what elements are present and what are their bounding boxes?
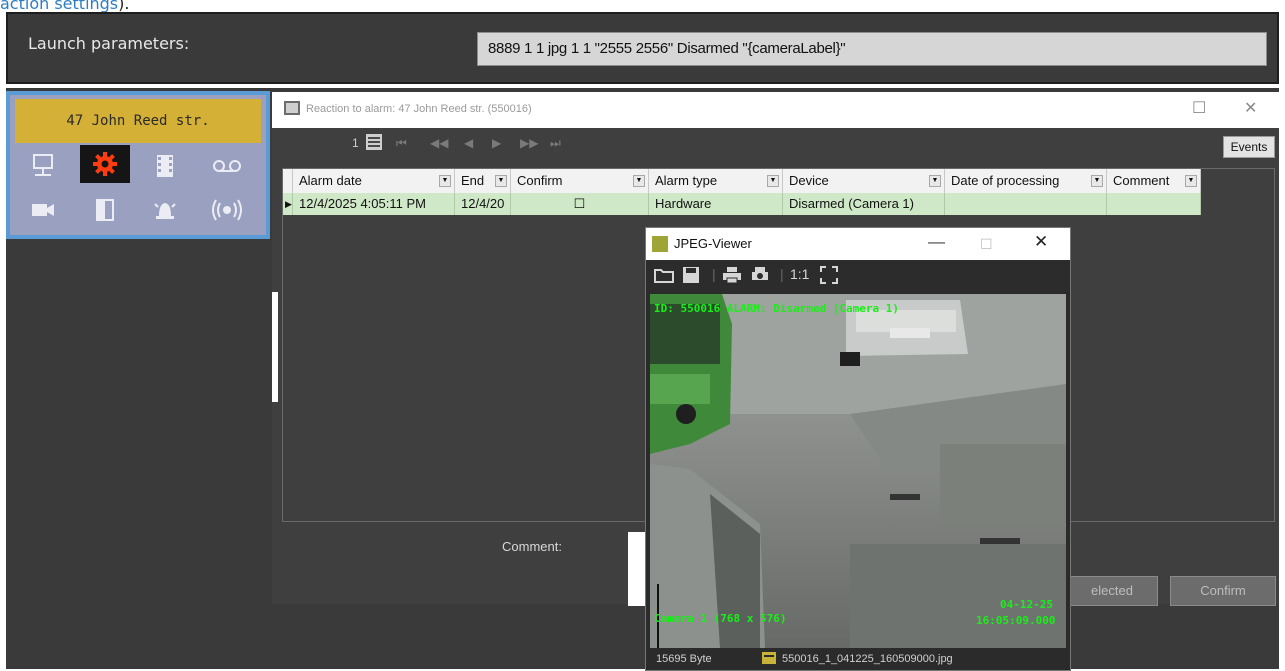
cell-end: 12/4/20 — [455, 193, 511, 215]
col-date-of-processing[interactable]: Date of processing ▼ — [945, 169, 1107, 193]
col-device[interactable]: Device ▼ — [783, 169, 945, 193]
minimize-icon[interactable]: — — [928, 232, 945, 252]
save-icon[interactable] — [682, 266, 700, 287]
open-folder-icon[interactable] — [654, 266, 674, 287]
dropdown-icon[interactable]: ▼ — [1185, 175, 1197, 187]
next-icon[interactable]: ▶ — [492, 136, 501, 150]
object-panel-body: 47 John Reed str. — [10, 95, 266, 235]
cell-comment — [1107, 193, 1201, 215]
prev-icon[interactable]: ◀ — [464, 136, 473, 150]
voicemail-icon[interactable] — [202, 147, 252, 185]
fullscreen-icon[interactable] — [820, 266, 838, 287]
col-comment[interactable]: Comment ▼ — [1107, 169, 1201, 193]
camera-icon[interactable] — [18, 191, 68, 229]
alarm-bell-icon[interactable] — [140, 191, 190, 229]
panel-icon-grid — [10, 145, 266, 233]
cell-confirm-checkbox[interactable]: ☐ — [511, 193, 649, 215]
snapshot-scene — [650, 294, 1066, 648]
next-fast-icon[interactable]: ▶▶ — [520, 136, 538, 150]
close-icon[interactable]: ✕ — [1034, 232, 1048, 252]
last-page-icon[interactable]: ⏭ — [550, 136, 561, 151]
close-icon[interactable]: ✕ — [1244, 98, 1257, 118]
app-icon — [284, 101, 300, 115]
viewer-status-bar: 15695 Byte 550016_1_041225_160509000.jpg — [646, 648, 1070, 670]
col-alarm-type[interactable]: Alarm type ▼ — [649, 169, 783, 193]
main-area: 47 John Reed str. Reaction to alarm: 47 … — [6, 88, 1279, 669]
first-page-icon[interactable]: ⏮ — [396, 136, 407, 151]
print-icon[interactable] — [722, 266, 742, 287]
dropdown-icon[interactable]: ▼ — [439, 175, 451, 187]
camera-snapshot-image: ID: 550016 ALARM: Disarmed (Camera 1) Ca… — [650, 294, 1066, 648]
door-icon[interactable] — [80, 191, 130, 229]
dropdown-icon[interactable]: ▼ — [633, 175, 645, 187]
table-row[interactable]: ▶ 12/4/2025 4:05:11 PM 12/4/20 ☐ Hardwar… — [283, 193, 1201, 215]
print-preview-icon[interactable] — [750, 266, 770, 287]
confirm-selected-button[interactable]: elected — [1066, 576, 1158, 606]
launch-parameters-input[interactable]: 8889 1 1 jpg 1 1 "2555 2556" Disarmed "{… — [477, 32, 1267, 66]
prev-fast-icon[interactable]: ◀◀ — [430, 136, 448, 150]
cell-alarm-type: Hardware — [649, 193, 783, 215]
cell-device: Disarmed (Camera 1) — [783, 193, 945, 215]
current-row-icon: ▶ — [283, 193, 293, 215]
viewer-toolbar: | | 1:1 — [646, 260, 1070, 292]
snapshot-alarm-overlay: ID: 550016 ALARM: Disarmed (Camera 1) — [654, 302, 900, 315]
site-label[interactable]: 47 John Reed str. — [15, 99, 261, 143]
maximize-icon[interactable]: ☐ — [980, 236, 993, 253]
viewer-titlebar: JPEG-Viewer — ☐ ✕ — [646, 228, 1070, 260]
col-end[interactable]: End ▼ — [455, 169, 511, 193]
snapshot-time-overlay: 16:05:09.000 — [976, 614, 1056, 627]
viewer-title: JPEG-Viewer — [674, 236, 752, 251]
dropdown-icon[interactable]: ▼ — [929, 175, 941, 187]
row-indicator-header — [283, 169, 293, 193]
cell-alarm-date: 12/4/2025 4:05:11 PM — [293, 193, 455, 215]
alarm-window-title: Reaction to alarm: 47 John Reed str. (55… — [306, 103, 532, 115]
cell-date-of-processing — [945, 193, 1107, 215]
comment-label: Comment: — [502, 539, 562, 554]
zoom-1-1-button[interactable]: 1:1 — [790, 266, 809, 282]
object-panel: 47 John Reed str. — [6, 91, 270, 239]
film-icon[interactable] — [140, 147, 190, 185]
grid-view-icon[interactable] — [366, 134, 382, 153]
snapshot-date-overlay: 04-12-25 — [1000, 598, 1053, 611]
col-confirm[interactable]: Confirm ▼ — [511, 169, 649, 193]
collapse-tab[interactable] — [272, 292, 278, 402]
dropdown-icon[interactable]: ▼ — [495, 175, 507, 187]
separator: | — [780, 266, 784, 282]
jpeg-viewer-window: JPEG-Viewer — ☐ ✕ | | 1:1 ID: 550016 ALA… — [645, 227, 1071, 671]
maximize-icon[interactable]: ☐ — [1192, 98, 1206, 118]
events-button[interactable]: Events — [1223, 136, 1275, 158]
confirm-button[interactable]: Confirm — [1170, 576, 1276, 606]
file-size: 15695 Byte — [656, 653, 712, 665]
settings-gear-icon[interactable] — [80, 145, 130, 183]
viewer-app-icon — [652, 236, 668, 252]
dropdown-icon[interactable]: ▼ — [1091, 175, 1103, 187]
file-name: 550016_1_041225_160509000.jpg — [782, 653, 953, 665]
page-number: 1 — [352, 136, 359, 150]
separator: | — [712, 266, 716, 282]
jpeg-file-icon — [762, 651, 776, 668]
col-alarm-date[interactable]: Alarm date ▼ — [293, 169, 455, 193]
dropdown-icon[interactable]: ▼ — [767, 175, 779, 187]
alarm-window-titlebar: Reaction to alarm: 47 John Reed str. (55… — [272, 92, 1279, 128]
launch-parameters-label: Launch parameters: — [28, 34, 190, 53]
network-icon[interactable] — [18, 147, 68, 185]
radio-signal-icon[interactable] — [202, 191, 252, 229]
launch-parameters-bar: Launch parameters: 8889 1 1 jpg 1 1 "255… — [6, 12, 1279, 84]
snapshot-camera-overlay: Camera 1 (768 x 576) — [654, 612, 787, 625]
grid-header: Alarm date ▼ End ▼ Confirm ▼ Alarm type ▼ De… — [283, 169, 1201, 193]
